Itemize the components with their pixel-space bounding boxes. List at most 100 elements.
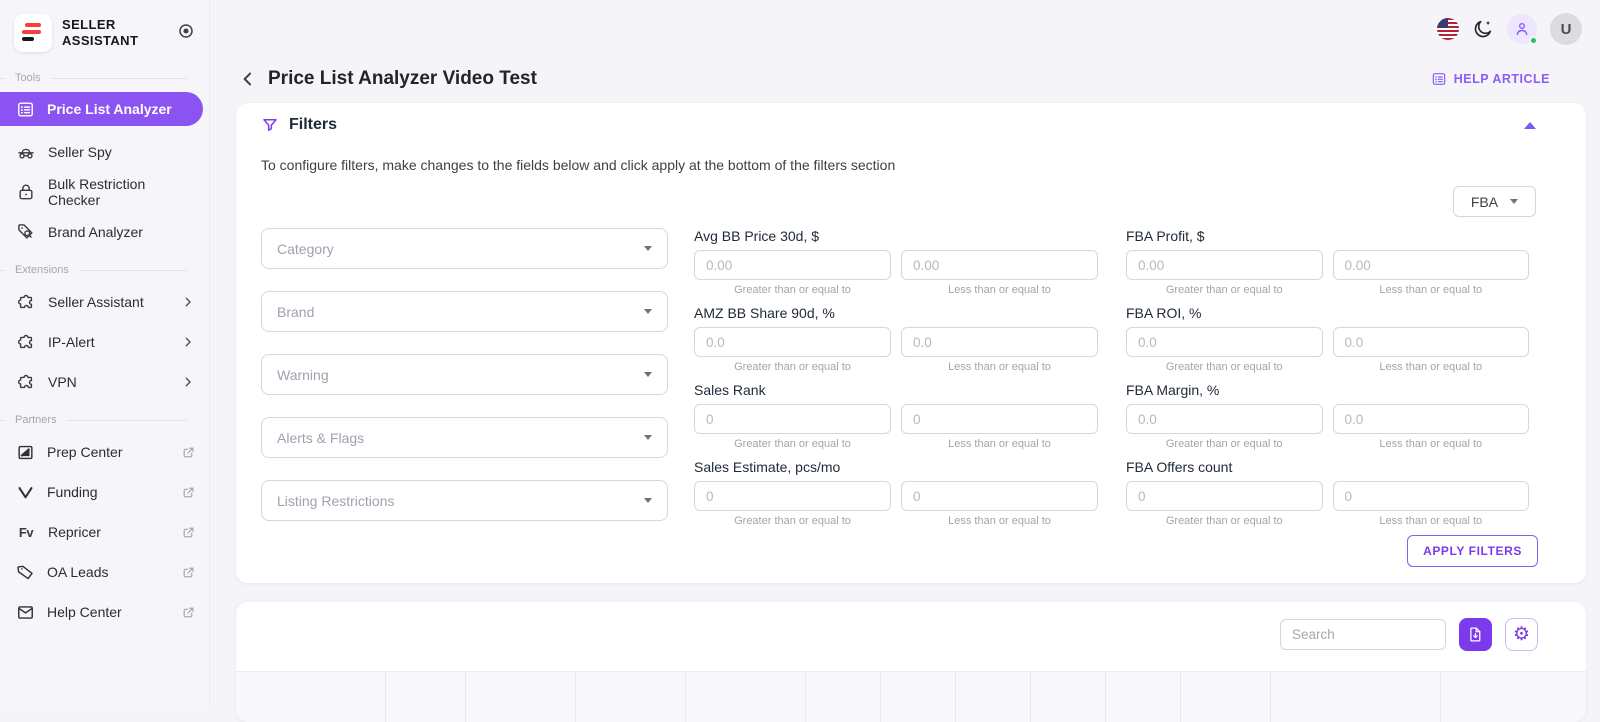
amz-bb-share-min-input[interactable] [694, 327, 891, 357]
sidebar-item-label: Repricer [48, 524, 101, 540]
brand-header: SELLER ASSISTANT [0, 0, 209, 60]
puzzle-icon [17, 334, 33, 349]
sidebar-item-label: Price List Analyzer [47, 101, 172, 117]
filters-description: To configure filters, make changes to th… [261, 157, 896, 173]
sidebar-item-label: VPN [48, 374, 77, 390]
chevron-right-icon [181, 295, 195, 309]
fba-offers-min-input[interactable] [1126, 481, 1323, 511]
moon-star-icon [1474, 20, 1492, 38]
sidebar-item-price-list-analyzer[interactable]: Price List Analyzer [0, 92, 203, 126]
sales-estimate-max-input[interactable] [901, 481, 1098, 511]
fulfillment-select[interactable]: FBA [1453, 186, 1536, 217]
prep-center-icon [18, 445, 33, 459]
sales-rank-min-input[interactable] [694, 404, 891, 434]
external-link-icon [182, 486, 195, 499]
results-table-card: ⚙ [236, 602, 1586, 722]
sidebar-item-label: Prep Center [47, 444, 123, 460]
external-link-icon [182, 566, 195, 579]
sales-estimate-group: Sales Estimate, pcs/mo Greater than or e… [694, 459, 1098, 527]
table-toolbar: ⚙ [236, 602, 1586, 651]
sidebar-item-vpn[interactable]: VPN [0, 362, 209, 402]
search-input[interactable] [1280, 619, 1446, 650]
sidebar-item-brand-analyzer[interactable]: Brand Analyzer [0, 212, 209, 252]
chevron-down-icon [644, 246, 652, 251]
sidebar-item-repricer[interactable]: Fv Repricer [0, 512, 209, 552]
fba-margin-max-input[interactable] [1332, 404, 1529, 434]
back-button[interactable] [238, 69, 258, 89]
fba-margin-min-input[interactable] [1126, 404, 1323, 434]
warning-dropdown[interactable]: Warning [261, 354, 668, 395]
avatar[interactable]: U [1550, 13, 1582, 45]
apply-filters-button[interactable]: APPLY FILTERS [1407, 535, 1538, 567]
brand-name: SELLER ASSISTANT [62, 16, 139, 48]
category-dropdown[interactable]: Category [261, 228, 668, 269]
language-flag-icon[interactable] [1437, 18, 1459, 40]
sales-estimate-min-input[interactable] [694, 481, 891, 511]
main-area: U Price List Analyzer Video Test HELP AR… [210, 0, 1600, 722]
sidebar-item-prep-center[interactable]: Prep Center [0, 432, 209, 472]
online-status-dot [1529, 36, 1538, 45]
page-head: Price List Analyzer Video Test HELP ARTI… [210, 58, 1600, 90]
spy-icon [18, 148, 34, 159]
target-icon[interactable] [177, 22, 195, 45]
chevron-down-icon [1510, 199, 1519, 204]
sidebar-item-label: Seller Spy [48, 144, 112, 160]
sidebar-item-label: Bulk Restriction Checker [48, 176, 146, 208]
dark-mode-toggle[interactable] [1472, 18, 1494, 40]
numeric-filters-column-2: FBA Profit, $ Greater than or equal toLe… [1126, 228, 1529, 543]
account-status-button[interactable] [1507, 14, 1538, 45]
sidebar-item-label: Brand Analyzer [48, 224, 143, 240]
sidebar-item-label: Help Center [47, 604, 122, 620]
file-download-icon [1470, 627, 1481, 642]
person-icon [1516, 22, 1528, 36]
sidebar-item-ip-alert[interactable]: IP-Alert [0, 322, 209, 362]
sales-rank-group: Sales Rank Greater than or equal toLess … [694, 382, 1098, 450]
fba-roi-min-input[interactable] [1126, 327, 1323, 357]
avg-bb-price-min-input[interactable] [694, 250, 891, 280]
chevron-down-icon [644, 435, 652, 440]
fba-profit-max-input[interactable] [1332, 250, 1529, 280]
sidebar-item-seller-spy[interactable]: Seller Spy [0, 132, 209, 172]
funnel-icon [263, 119, 277, 131]
listing-restrictions-dropdown[interactable]: Listing Restrictions [261, 480, 668, 521]
page-title: Price List Analyzer Video Test [268, 68, 537, 89]
sidebar-item-label: Funding [47, 484, 98, 500]
help-article-link[interactable]: HELP ARTICLE [1431, 71, 1550, 87]
export-file-button[interactable] [1459, 618, 1492, 651]
avg-bb-price-max-input[interactable] [901, 250, 1098, 280]
fba-margin-group: FBA Margin, % Greater than or equal toLe… [1126, 382, 1529, 450]
collapse-filters-icon[interactable] [1524, 121, 1536, 129]
external-link-icon [182, 526, 195, 539]
lock-icon [19, 184, 33, 200]
brand-dropdown[interactable]: Brand [261, 291, 668, 332]
chevron-down-icon [644, 498, 652, 503]
article-icon [1432, 73, 1445, 85]
sales-rank-max-input[interactable] [901, 404, 1098, 434]
sidebar-item-oa-leads[interactable]: OA Leads [0, 552, 209, 592]
chevron-right-icon [181, 375, 195, 389]
fba-profit-min-input[interactable] [1126, 250, 1323, 280]
funding-icon [18, 486, 33, 498]
filters-title: Filters [289, 116, 338, 133]
puzzle-icon [17, 294, 33, 309]
puzzle-icon [17, 374, 33, 389]
sidebar-item-funding[interactable]: Funding [0, 472, 209, 512]
dropdown-filters-column: Category Brand Warning Alerts & Flags Li… [261, 228, 668, 543]
fba-roi-max-input[interactable] [1332, 327, 1529, 357]
numeric-filters-column-1: Avg BB Price 30d, $ Greater than or equa… [694, 228, 1098, 543]
amz-bb-share-max-input[interactable] [901, 327, 1098, 357]
repricer-icon: Fv [18, 524, 34, 540]
sidebar-item-help-center[interactable]: Help Center [0, 592, 209, 632]
sidebar-section-tools: Tools [0, 72, 187, 84]
sidebar-item-label: IP-Alert [48, 334, 95, 350]
sidebar-section-partners: Partners [0, 414, 187, 426]
fba-profit-group: FBA Profit, $ Greater than or equal toLe… [1126, 228, 1529, 296]
sidebar-item-seller-assistant-ext[interactable]: Seller Assistant [0, 282, 209, 322]
sidebar-item-label: OA Leads [47, 564, 109, 580]
gear-icon: ⚙ [1512, 624, 1531, 645]
mail-icon [18, 605, 33, 619]
table-settings-button[interactable]: ⚙ [1505, 618, 1538, 651]
sidebar-item-bulk-restriction-checker[interactable]: Bulk Restriction Checker [0, 172, 209, 212]
fba-offers-max-input[interactable] [1332, 481, 1529, 511]
alerts-flags-dropdown[interactable]: Alerts & Flags [261, 417, 668, 458]
